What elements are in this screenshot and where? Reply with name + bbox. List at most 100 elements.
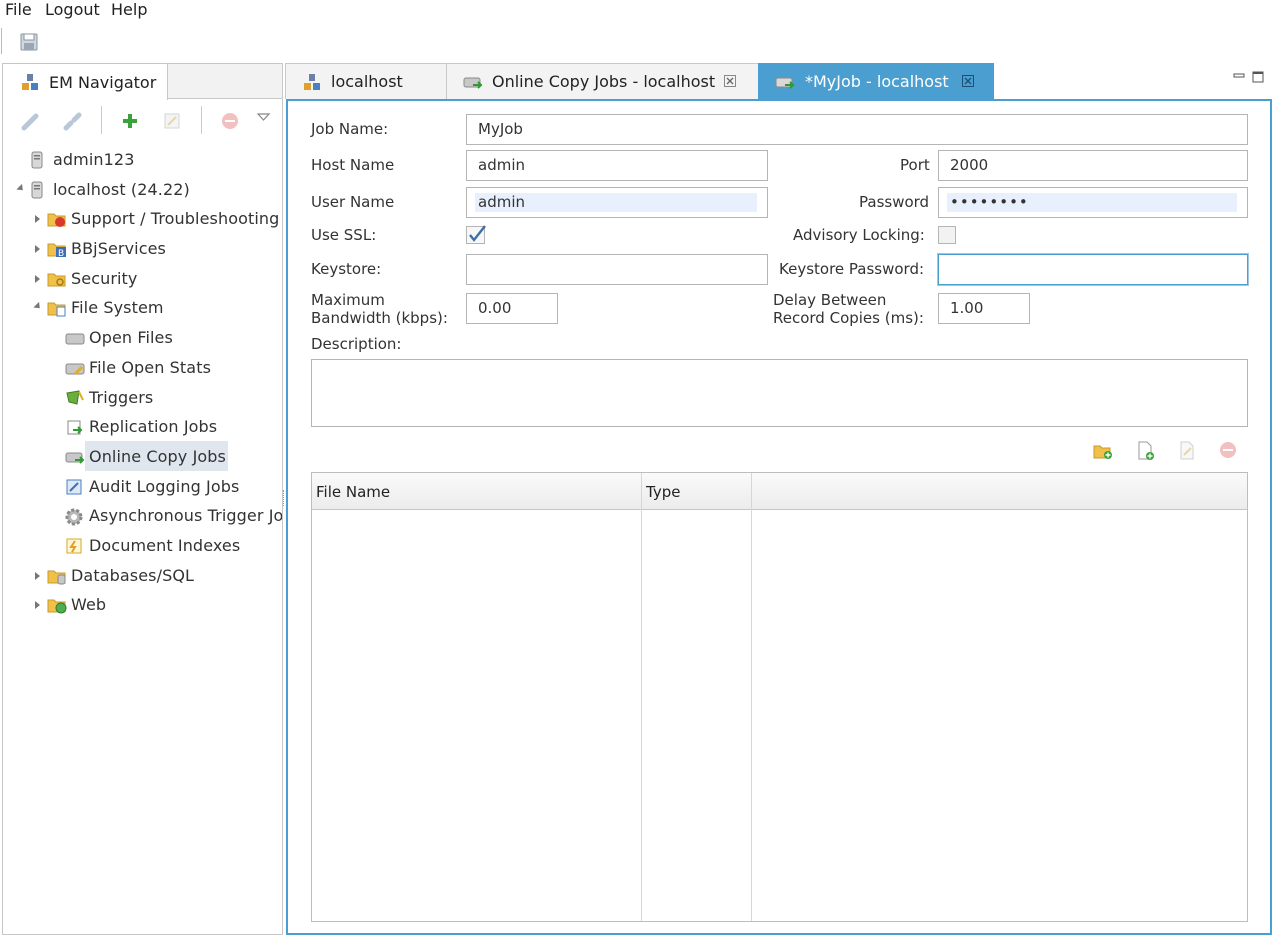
advisory-locking-checkbox[interactable] (938, 226, 956, 244)
close-icon[interactable] (962, 75, 974, 87)
tree-item-label: Asynchronous Trigger Jo (89, 506, 282, 525)
online-copy-icon (463, 77, 483, 89)
collapsed-arrow-icon[interactable] (35, 245, 40, 253)
job-name-input[interactable]: MyJob (466, 114, 1248, 145)
navigator-tabbar: EM Navigator (3, 64, 282, 100)
tab-online-copy-jobs[interactable]: Online Copy Jobs - localhost (446, 63, 759, 99)
add-folder-icon[interactable] (1093, 442, 1113, 460)
maximize-icon[interactable] (1252, 71, 1264, 83)
port-input[interactable]: 2000 (938, 150, 1248, 181)
tree-item-online-copy-jobs[interactable]: Online Copy Jobs (3, 444, 282, 470)
tree-item-file-open-stats[interactable]: File Open Stats (3, 355, 282, 381)
navigator-tab-label: EM Navigator (49, 73, 157, 92)
tree-item-localhost[interactable]: localhost (24.22) (3, 177, 282, 203)
tree-item-audit-logging-jobs[interactable]: Audit Logging Jobs (3, 474, 282, 500)
tree-item-label: Security (71, 269, 138, 288)
triggers-icon (66, 390, 84, 405)
toolbar-separator (1, 28, 2, 54)
files-table[interactable]: File Name Type (311, 472, 1248, 922)
open-files-icon (65, 333, 85, 345)
tree-item-replication-jobs[interactable]: Replication Jobs (3, 414, 282, 440)
remove-icon[interactable] (221, 112, 239, 130)
keystore-password-input[interactable] (938, 254, 1248, 285)
add-icon[interactable] (121, 112, 139, 130)
connect-icon[interactable] (21, 111, 41, 131)
host-name-input[interactable]: admin (466, 150, 768, 181)
tab-label: *MyJob - localhost (805, 72, 949, 91)
disconnect-icon[interactable] (63, 111, 83, 131)
view-menu-icon[interactable] (257, 112, 271, 122)
audit-icon (66, 479, 82, 495)
menu-logout[interactable]: Logout (45, 0, 100, 19)
tab-label: localhost (331, 72, 403, 91)
collapsed-arrow-icon[interactable] (35, 275, 40, 283)
menu-help[interactable]: Help (111, 0, 147, 19)
password-input[interactable]: •••••••• (938, 187, 1248, 218)
tree-item-file-system[interactable]: File System (3, 295, 282, 321)
web-folder-icon (47, 599, 67, 614)
tab-myjob[interactable]: *MyJob - localhost (758, 63, 994, 99)
close-icon[interactable] (724, 75, 736, 87)
column-type[interactable]: Type (646, 483, 680, 501)
collapsed-arrow-icon[interactable] (35, 215, 40, 223)
tree-item-web[interactable]: Web (3, 592, 282, 618)
editor-tabbar: localhost Online Copy Jobs - localhost *… (285, 63, 1273, 100)
description-textarea[interactable] (311, 359, 1248, 427)
tree-item-open-files[interactable]: Open Files (3, 325, 282, 351)
save-icon[interactable] (20, 33, 38, 51)
navigator-icon (304, 74, 320, 90)
table-header: File Name Type (312, 473, 1247, 510)
navigator-toolbar (3, 102, 282, 138)
document-index-icon (66, 538, 82, 554)
port-label: Port (900, 156, 930, 174)
tab-localhost[interactable]: localhost (285, 63, 447, 99)
job-editor: Job Name: MyJob Host Name admin Port 200… (286, 99, 1272, 935)
password-label: Password (859, 193, 930, 211)
tree-item-label: Web (71, 595, 107, 614)
tree-item-triggers[interactable]: Triggers (3, 385, 282, 411)
column-file-name[interactable]: File Name (316, 483, 390, 501)
collapsed-arrow-icon[interactable] (35, 601, 40, 609)
host-name-label: Host Name (311, 156, 395, 174)
online-copy-icon (65, 452, 85, 464)
tree-item-async-trigger-jobs[interactable]: Asynchronous Trigger Jo (3, 503, 282, 529)
delay-label-line1: Delay Between (773, 291, 887, 309)
gear-icon (65, 508, 83, 526)
use-ssl-checkbox[interactable] (466, 224, 488, 244)
tree-item-label: Document Indexes (89, 536, 241, 555)
tree-item-security[interactable]: Security (3, 266, 282, 292)
expanded-arrow-icon[interactable] (16, 183, 26, 194)
menu-file[interactable]: File (5, 0, 32, 19)
expanded-arrow-icon[interactable] (33, 301, 43, 312)
replication-icon (67, 420, 83, 435)
tree-item-document-indexes[interactable]: Document Indexes (3, 533, 282, 559)
edit-file-icon[interactable] (1178, 441, 1198, 461)
remove-file-icon[interactable] (1219, 441, 1237, 459)
online-copy-icon (775, 77, 795, 89)
tree-item-label: File System (71, 298, 164, 317)
keystore-label: Keystore: (311, 260, 382, 278)
user-name-input[interactable]: admin (466, 187, 768, 218)
tree-item-bbjservices[interactable]: B BBjServices (3, 236, 282, 262)
delay-input[interactable]: 1.00 (938, 293, 1030, 324)
tree-item-label: Triggers (89, 388, 154, 407)
add-file-icon[interactable] (1136, 441, 1156, 461)
tab-label: Online Copy Jobs - localhost (492, 72, 716, 91)
tree-item-admin123[interactable]: admin123 (3, 147, 282, 173)
filesystem-folder-icon (47, 302, 66, 317)
column-divider (641, 473, 642, 921)
collapsed-arrow-icon[interactable] (35, 572, 40, 580)
file-stats-icon (65, 363, 85, 376)
tree-item-databases-sql[interactable]: Databases/SQL (3, 563, 282, 589)
edit-icon[interactable] (163, 112, 181, 130)
minimize-icon[interactable] (1233, 72, 1245, 80)
tree-item-label: File Open Stats (89, 358, 212, 377)
max-bandwidth-input[interactable]: 0.00 (466, 293, 558, 324)
tab-em-navigator[interactable]: EM Navigator (3, 64, 168, 100)
use-ssl-label: Use SSL: (311, 226, 377, 244)
tree-item-label: Open Files (89, 328, 173, 347)
keystore-input[interactable] (466, 254, 768, 285)
tree-item-support[interactable]: Support / Troubleshooting (3, 206, 282, 232)
keystore-password-label: Keystore Password: (779, 260, 925, 278)
toolbar-separator (101, 106, 102, 134)
